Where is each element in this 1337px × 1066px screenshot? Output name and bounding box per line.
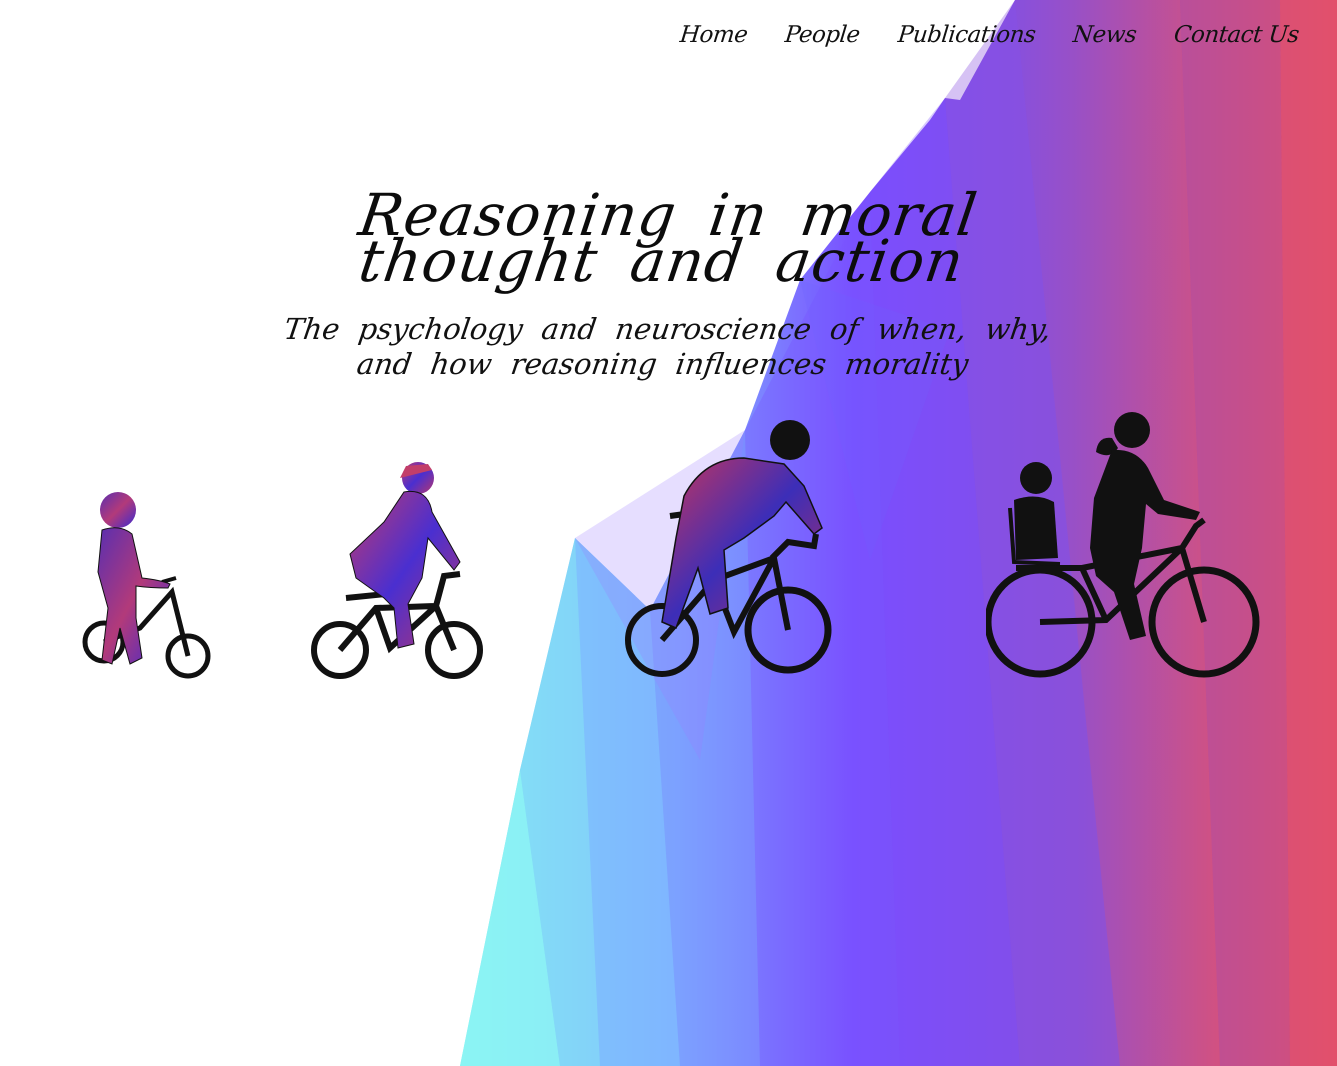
nav-people[interactable]: People: [784, 22, 861, 48]
page-title: Reasoning in moral thought and action: [354, 181, 982, 295]
top-navigation: Home People Publications News Contact Us: [678, 22, 1301, 48]
child-bicycle-icon: [311, 462, 483, 679]
nav-news[interactable]: News: [1072, 22, 1138, 48]
adult-road-bike-icon: [625, 420, 832, 677]
hero: Reasoning in moral thought and action Th…: [240, 181, 1090, 382]
parent-child-bicycle-icon: [986, 412, 1260, 678]
toddler-balance-bike-icon: [82, 492, 211, 679]
nav-publications[interactable]: Publications: [896, 22, 1036, 48]
page-subtitle: The psychology and neuroscience of when,…: [281, 312, 1054, 381]
nav-home[interactable]: Home: [678, 22, 748, 48]
nav-contact-us[interactable]: Contact Us: [1173, 22, 1301, 48]
